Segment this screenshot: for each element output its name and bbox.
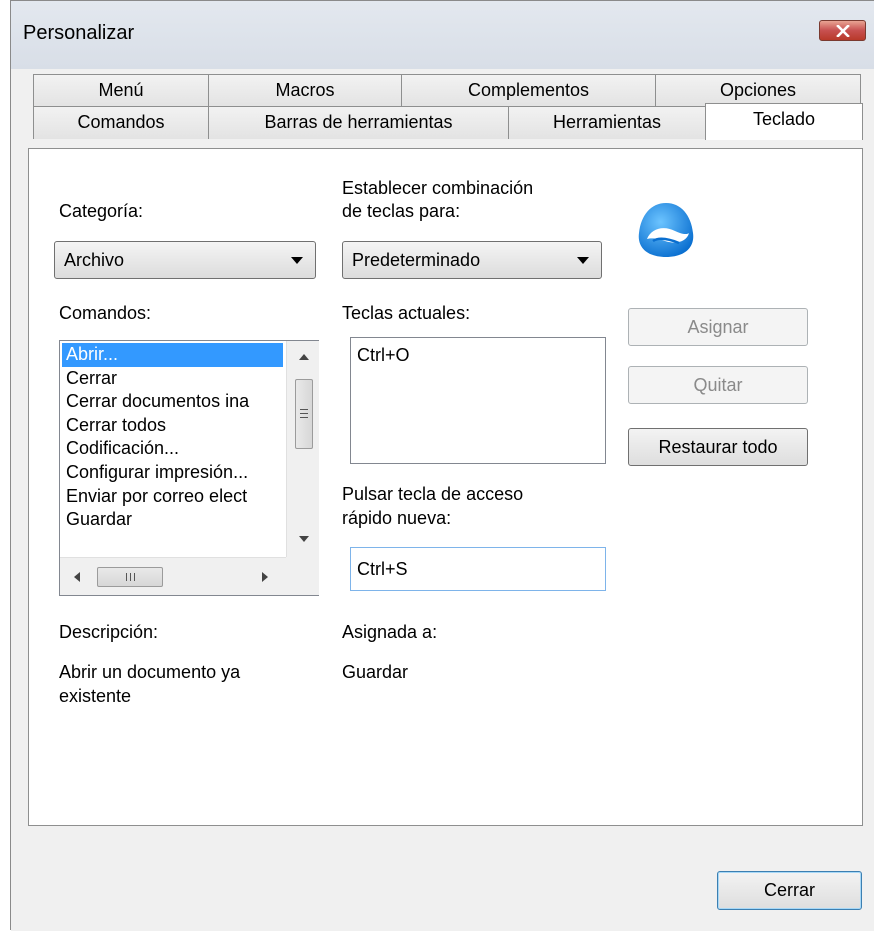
tab-menu[interactable]: Menú: [33, 74, 209, 107]
scrollbar-corner: [286, 557, 319, 595]
title-bar[interactable]: Personalizar: [11, 1, 874, 69]
scroll-up-icon[interactable]: [295, 349, 313, 365]
scroll-right-icon[interactable]: [258, 568, 272, 586]
key-combo-label-line1: Establecer combinación: [342, 178, 534, 198]
list-item[interactable]: Abrir...: [62, 343, 283, 367]
window-title: Personalizar: [23, 22, 135, 44]
new-shortcut-label-line2: rápido nueva:: [342, 508, 452, 528]
close-button[interactable]: Cerrar: [717, 871, 862, 910]
assign-button[interactable]: Asignar: [628, 308, 808, 346]
close-window-button[interactable]: [819, 20, 866, 41]
new-shortcut-label-line1: Pulsar tecla de acceso: [342, 484, 524, 504]
key-combo-label-line2: de teclas para:: [342, 201, 461, 221]
list-item[interactable]: Cerrar documentos ina: [62, 390, 283, 414]
current-keys-label: Teclas actuales:: [342, 303, 471, 323]
tab-teclado[interactable]: Teclado: [705, 103, 863, 140]
reset-all-button[interactable]: Restaurar todo: [628, 428, 808, 466]
scroll-left-icon[interactable]: [70, 568, 84, 586]
description-text-line2: existente: [59, 686, 132, 706]
assigned-to-value: Guardar: [342, 662, 409, 682]
description-label: Descripción:: [59, 622, 159, 642]
tab-comandos[interactable]: Comandos: [33, 106, 209, 139]
vertical-scrollbar[interactable]: [286, 341, 319, 557]
app-logo-icon: [638, 203, 694, 257]
vertical-scroll-thumb[interactable]: [295, 379, 313, 449]
tab-herramientas[interactable]: Herramientas: [508, 106, 706, 139]
list-item[interactable]: Configurar impresión...: [62, 461, 283, 485]
tab-macros[interactable]: Macros: [208, 74, 402, 107]
list-item[interactable]: Cerrar todos: [62, 414, 283, 438]
scroll-down-icon[interactable]: [295, 531, 313, 547]
list-item[interactable]: Guardar: [62, 508, 283, 532]
category-label: Categoría:: [59, 201, 144, 221]
chevron-down-icon: [577, 257, 589, 264]
commands-list: Abrir... Cerrar Cerrar documentos ina Ce…: [62, 343, 283, 556]
list-item[interactable]: Cerrar: [62, 367, 283, 391]
remove-button[interactable]: Quitar: [628, 366, 808, 404]
horizontal-scrollbar[interactable]: [60, 557, 286, 595]
customize-dialog: Personalizar Menú Macros Complementos Op…: [10, 0, 874, 931]
commands-label: Comandos:: [59, 303, 152, 323]
description-text-line1: Abrir un documento ya: [59, 662, 241, 682]
list-item[interactable]: Codificación...: [62, 437, 283, 461]
key-combo-value: Predeterminado: [352, 250, 481, 270]
category-value: Archivo: [64, 250, 125, 270]
tab-complementos[interactable]: Complementos: [401, 74, 656, 107]
chevron-down-icon: [291, 257, 303, 264]
category-dropdown[interactable]: Archivo: [54, 241, 316, 279]
close-x-icon: [835, 24, 850, 37]
horizontal-scroll-thumb[interactable]: [97, 567, 163, 587]
list-item[interactable]: Enviar por correo elect: [62, 485, 283, 509]
list-item[interactable]: Ctrl+O: [357, 345, 410, 366]
tab-barras-de-herramientas[interactable]: Barras de herramientas: [208, 106, 509, 139]
key-combo-dropdown[interactable]: Predeterminado: [342, 241, 602, 279]
current-keys-listbox[interactable]: Ctrl+O: [350, 337, 606, 464]
commands-listbox[interactable]: Abrir... Cerrar Cerrar documentos ina Ce…: [59, 340, 319, 596]
new-shortcut-input[interactable]: Ctrl+S: [350, 547, 606, 591]
assigned-to-label: Asignada a:: [342, 622, 438, 642]
